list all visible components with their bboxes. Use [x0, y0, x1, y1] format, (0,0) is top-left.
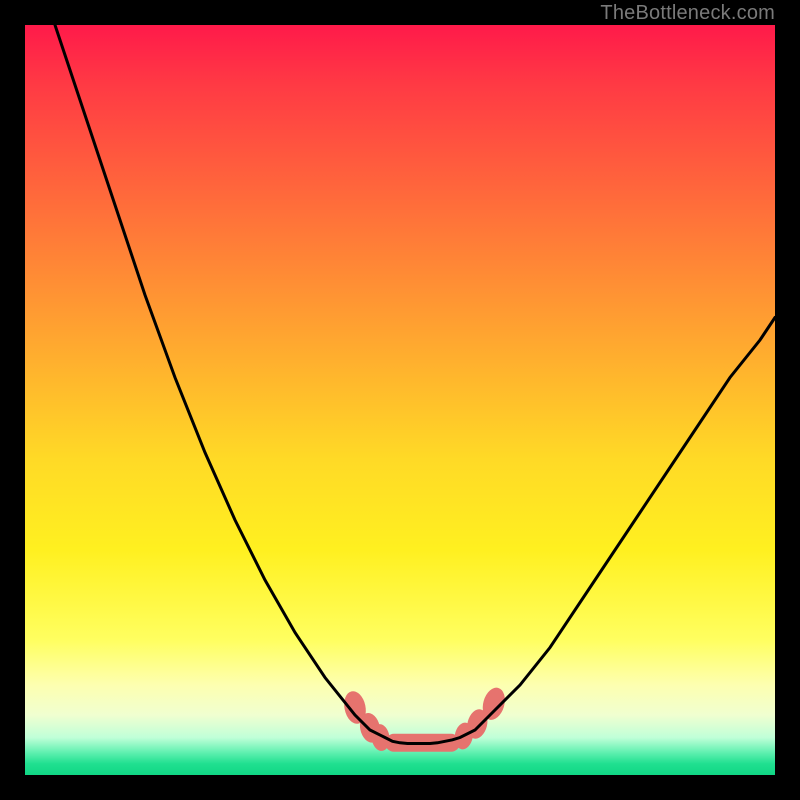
marker-left-mid — [357, 711, 382, 744]
marker-group — [341, 685, 508, 752]
chart-svg — [25, 25, 775, 775]
marker-right-upper — [479, 685, 508, 723]
flat-band — [385, 734, 460, 752]
chart-plot-area — [25, 25, 775, 775]
marker-left-upper — [341, 689, 368, 726]
bottleneck-curve — [55, 25, 775, 744]
marker-right-mid — [464, 707, 490, 741]
marker-right-low — [453, 721, 475, 751]
marker-left-low — [370, 723, 392, 752]
watermark-text: TheBottleneck.com — [600, 2, 775, 25]
